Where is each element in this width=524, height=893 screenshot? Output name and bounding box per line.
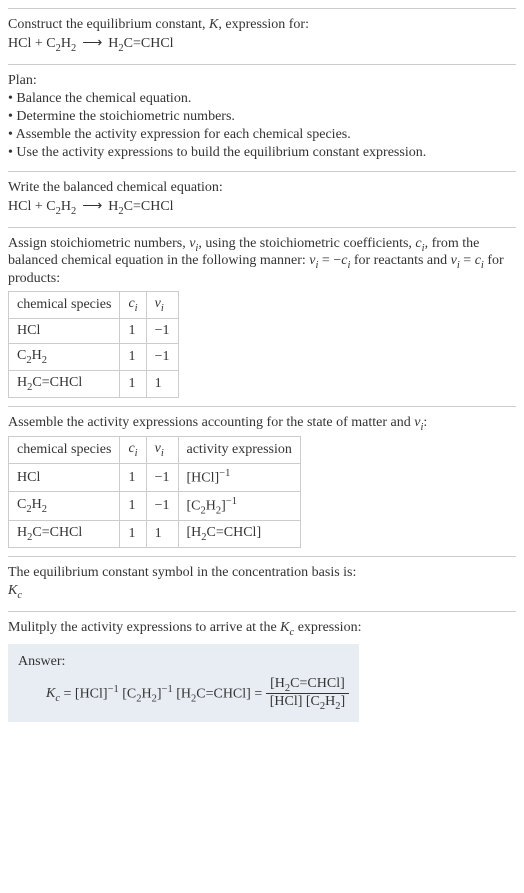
plan-heading: Plan: (8, 73, 516, 89)
plan-section: Plan: • Balance the chemical equation. •… (8, 64, 516, 171)
balanced-heading: Write the balanced chemical equation: (8, 180, 516, 196)
col-ci: ci (120, 292, 146, 319)
balanced-equation: HCl + C2H2⟶H2C=CHCl (8, 198, 516, 217)
intro-text: Construct the equilibrium constant, K, e… (8, 17, 516, 33)
plan-bullet: • Assemble the activity expression for e… (8, 127, 516, 143)
intro-equation: HCl + C2H2⟶H2C=CHCl (8, 35, 516, 54)
table-header-row: chemical species ci νi (9, 292, 179, 319)
cell-ci: 1 (120, 318, 146, 343)
stoich-text: Assign stoichiometric numbers, νi, using… (8, 236, 516, 288)
numerator: [H2C=CHCl] (266, 676, 349, 695)
activity-text: Assemble the activity expressions accoun… (8, 415, 516, 433)
col-ci: ci (120, 437, 146, 464)
cell-vi: 1 (146, 370, 178, 397)
table-row: H2C=CHCl 1 1 (9, 370, 179, 397)
col-species: chemical species (9, 292, 120, 319)
cell-ci: 1 (120, 491, 146, 520)
activity-table: chemical species ci νi activity expressi… (8, 436, 301, 548)
col-vi: νi (146, 292, 178, 319)
table-row: HCl 1 −1 (9, 318, 179, 343)
cell-activity: [C2H2]−1 (178, 491, 300, 520)
table-header-row: chemical species ci νi activity expressi… (9, 437, 301, 464)
cell-ci: 1 (120, 464, 146, 492)
fraction: [H2C=CHCl] [HCl] [C2H2] (266, 676, 349, 713)
cell-species: C2H2 (9, 491, 120, 520)
symbol-section: The equilibrium constant symbol in the c… (8, 556, 516, 611)
symbol-text: The equilibrium constant symbol in the c… (8, 565, 516, 581)
stoich-section: Assign stoichiometric numbers, νi, using… (8, 227, 516, 406)
cell-species: H2C=CHCl (9, 370, 120, 397)
plan-bullet: • Balance the chemical equation. (8, 91, 516, 107)
cell-vi: −1 (146, 491, 178, 520)
cell-activity: [HCl]−1 (178, 464, 300, 492)
cell-species: H2C=CHCl (9, 521, 120, 548)
cell-vi: −1 (146, 464, 178, 492)
cell-activity: [H2C=CHCl] (178, 521, 300, 548)
plan-bullet: • Use the activity expressions to build … (8, 145, 516, 161)
cell-species: HCl (9, 464, 120, 492)
col-species: chemical species (9, 437, 120, 464)
cell-vi: −1 (146, 318, 178, 343)
denominator: [HCl] [C2H2] (266, 694, 349, 712)
cell-species: HCl (9, 318, 120, 343)
cell-ci: 1 (120, 521, 146, 548)
answer-box: Answer: Kc = [HCl]−1 [C2H2]−1 [H2C=CHCl]… (8, 644, 359, 723)
stoich-table: chemical species ci νi HCl 1 −1 C2H2 1 −… (8, 291, 179, 397)
table-row: H2C=CHCl 1 1 [H2C=CHCl] (9, 521, 301, 548)
intro-section: Construct the equilibrium constant, K, e… (8, 8, 516, 64)
cell-vi: 1 (146, 521, 178, 548)
plan-bullet: • Determine the stoichiometric numbers. (8, 109, 516, 125)
table-row: C2H2 1 −1 (9, 343, 179, 370)
cell-ci: 1 (120, 343, 146, 370)
symbol-value: Kc (8, 583, 516, 601)
table-row: HCl 1 −1 [HCl]−1 (9, 464, 301, 492)
col-vi: νi (146, 437, 178, 464)
cell-ci: 1 (120, 370, 146, 397)
cell-species: C2H2 (9, 343, 120, 370)
balanced-section: Write the balanced chemical equation: HC… (8, 171, 516, 227)
final-section: Mulitply the activity expressions to arr… (8, 611, 516, 730)
answer-expression: Kc = [HCl]−1 [C2H2]−1 [H2C=CHCl] = [H2C=… (18, 676, 349, 713)
activity-section: Assemble the activity expressions accoun… (8, 406, 516, 557)
table-row: C2H2 1 −1 [C2H2]−1 (9, 491, 301, 520)
cell-vi: −1 (146, 343, 178, 370)
answer-label: Answer: (18, 654, 349, 670)
final-text: Mulitply the activity expressions to arr… (8, 620, 516, 638)
col-activity: activity expression (178, 437, 300, 464)
